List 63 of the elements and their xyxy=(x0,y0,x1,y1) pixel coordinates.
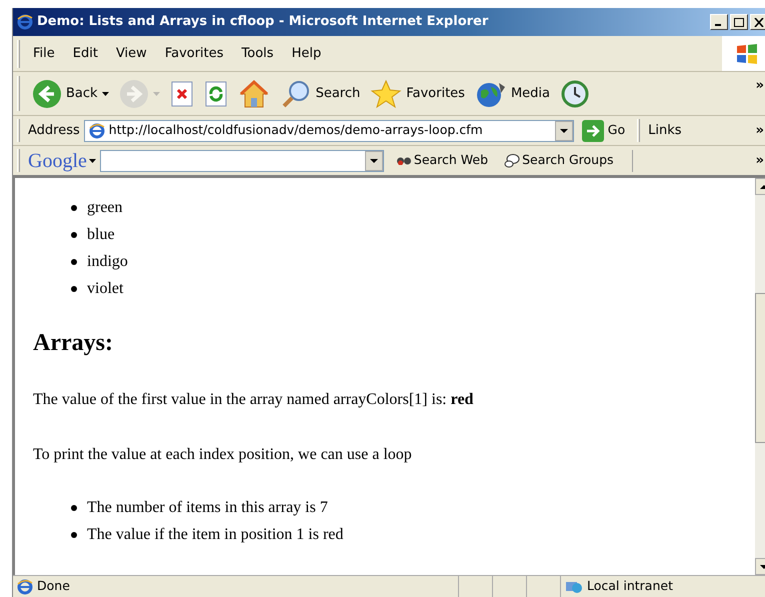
bullet-icon xyxy=(71,532,77,538)
refresh-icon xyxy=(204,80,228,108)
speech-bubbles-icon xyxy=(504,152,520,168)
section-heading: Arrays: xyxy=(33,329,114,358)
list-item: indigo xyxy=(87,252,128,272)
stop-icon xyxy=(170,80,194,108)
clock-icon xyxy=(560,78,590,108)
zone-text: Local intranet xyxy=(587,577,673,596)
bullet-icon xyxy=(71,258,77,264)
links-label[interactable]: Links xyxy=(648,120,682,140)
dropdown-button[interactable] xyxy=(554,120,573,140)
more-chevron[interactable]: » xyxy=(756,150,764,170)
caret-icon xyxy=(560,128,568,132)
windows-flag-icon xyxy=(735,42,759,66)
page-icon xyxy=(17,578,33,594)
list-item: green xyxy=(87,198,123,218)
more-chevron[interactable]: » xyxy=(756,120,764,140)
bullet-icon xyxy=(71,504,77,510)
back-button[interactable]: Back xyxy=(30,78,111,108)
house-icon xyxy=(238,78,270,108)
google-menu-button[interactable]: Google xyxy=(28,146,96,176)
dropdown-caret-icon xyxy=(152,92,160,96)
address-field[interactable]: http://localhost/coldfusionadv/demos/demo-arrays-loop.cfm xyxy=(84,120,574,142)
menu-item[interactable]: Tools xyxy=(232,44,283,64)
close-icon xyxy=(754,18,764,26)
page-icon xyxy=(88,122,105,138)
minimize-icon xyxy=(714,24,720,26)
list-item: blue xyxy=(87,225,115,245)
status-text: Done xyxy=(37,577,70,596)
more-chevron[interactable]: » xyxy=(756,76,764,96)
menu-item[interactable]: Help xyxy=(282,44,330,64)
close-button[interactable] xyxy=(750,14,765,30)
media-button[interactable]: Media xyxy=(472,78,552,108)
list-item: The value if the item in position 1 is red xyxy=(87,525,344,545)
list-item: violet xyxy=(87,279,124,299)
address-label: Address xyxy=(28,122,80,140)
binoculars-icon xyxy=(396,156,412,164)
dropdown-button[interactable] xyxy=(364,150,383,170)
star-icon xyxy=(370,78,402,108)
menu-item[interactable]: File xyxy=(24,44,64,64)
dropdown-caret-icon xyxy=(102,92,109,96)
search-button[interactable]: Search xyxy=(278,78,362,108)
caret-icon xyxy=(88,158,96,162)
browser-icon xyxy=(17,14,33,30)
google-search-field[interactable] xyxy=(100,150,384,172)
caret-icon xyxy=(370,158,378,162)
search-web-button[interactable]: Search Web xyxy=(396,151,488,170)
list-item: The number of items in this array is 7 xyxy=(87,498,328,518)
favorites-button[interactable]: Favorites xyxy=(368,78,467,108)
menu-item[interactable]: View xyxy=(106,44,156,64)
maximize-button[interactable] xyxy=(730,14,748,30)
paragraph: The value of the first value in the array named arrayColors[1] is: red xyxy=(33,390,474,410)
paragraph: To print the value at each index position, we can use a loop xyxy=(33,445,413,465)
bullet-icon xyxy=(71,204,77,210)
menu-item[interactable]: Edit xyxy=(64,44,107,64)
search-groups-button[interactable]: Search Groups xyxy=(504,151,614,170)
minimize-button[interactable] xyxy=(710,14,728,30)
go-button[interactable]: Go xyxy=(578,120,630,142)
window-title: Demo: Lists and Arrays in cfloop - Microsoft Internet Explorer xyxy=(37,13,488,32)
bullet-icon xyxy=(71,232,77,238)
maximize-icon xyxy=(734,18,744,26)
bullet-icon xyxy=(71,286,77,292)
menu-item[interactable]: Favorites xyxy=(156,44,233,64)
